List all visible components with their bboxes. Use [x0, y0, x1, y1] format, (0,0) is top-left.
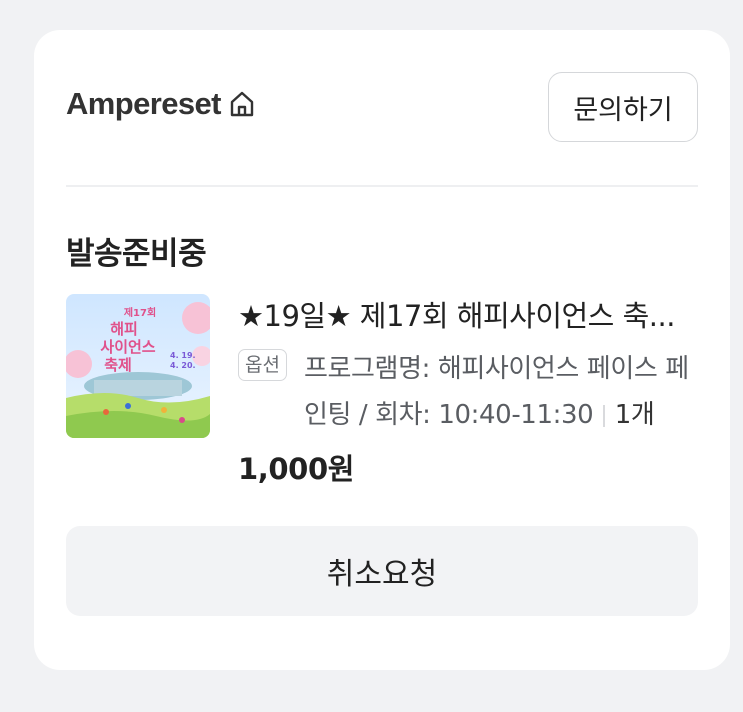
- store-link[interactable]: Ampereset: [66, 86, 257, 122]
- quantity-separator: [603, 404, 605, 427]
- item-title[interactable]: ★19일★ 제17회 해피사이언스 축...: [238, 296, 700, 336]
- store-name: Ampereset: [66, 86, 221, 121]
- order-card: Ampereset 문의하기 발송준비중 제17회 해피 사이언스 축제 4. …: [34, 30, 730, 670]
- thumb-title-3: 축제: [104, 356, 132, 374]
- item-info: ★19일★ 제17회 해피사이언스 축... 옵션 프로그램명: 해피사이언스 …: [238, 296, 700, 438]
- option-line-2: 인팅 / 회차: 10:40-11:30: [304, 400, 594, 430]
- item-price: 1,000원: [238, 452, 355, 486]
- product-thumbnail[interactable]: 제17회 해피 사이언스 축제 4. 19. 4. 20.: [66, 294, 210, 438]
- option-text: 프로그램명: 해피사이언스 페이스 페 인팅 / 회차: 10:40-11:30…: [304, 346, 700, 438]
- order-status: 발송준비중: [66, 236, 207, 272]
- thumb-title-1: 해피: [110, 320, 138, 338]
- option-badge: 옵션: [238, 349, 287, 381]
- thumb-title-2: 사이언스: [100, 338, 155, 356]
- item-quantity: 1개: [614, 400, 655, 430]
- thumb-date-1: 4. 19.: [170, 351, 196, 360]
- card-header: Ampereset 문의하기: [66, 72, 698, 144]
- thumb-date-2: 4. 20.: [170, 361, 196, 370]
- cancel-request-button[interactable]: 취소요청: [66, 526, 698, 616]
- divider: [66, 185, 698, 187]
- option-line-1: 프로그램명: 해피사이언스 페이스 페: [304, 354, 689, 384]
- home-icon: [227, 89, 257, 119]
- thumb-edition: 제17회: [124, 306, 156, 319]
- inquiry-button[interactable]: 문의하기: [548, 72, 698, 142]
- item-option: 옵션 프로그램명: 해피사이언스 페이스 페 인팅 / 회차: 10:40-11…: [238, 346, 700, 438]
